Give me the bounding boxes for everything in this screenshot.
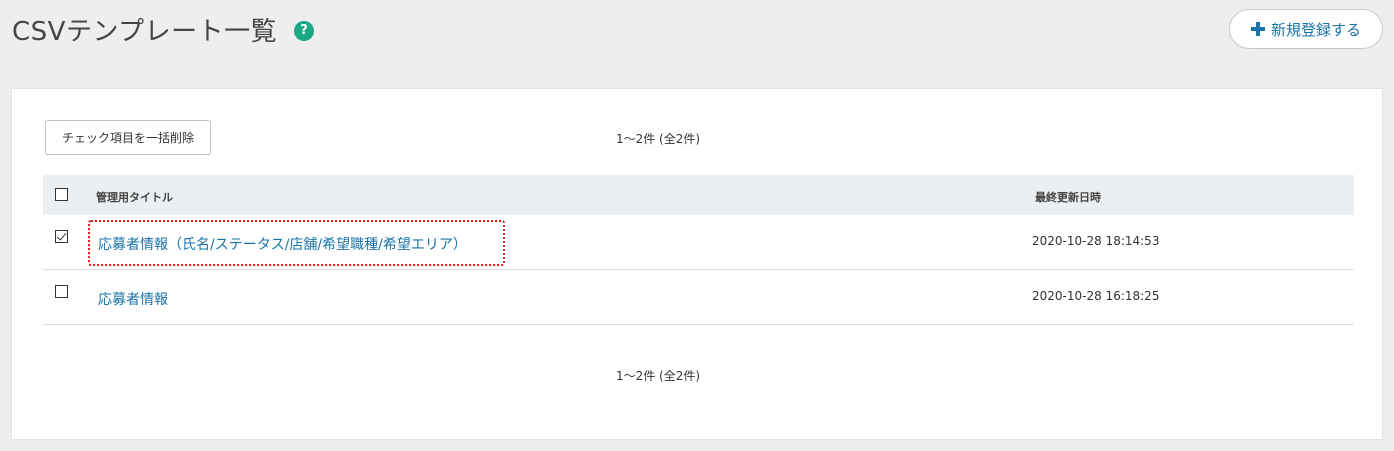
column-header-title: 管理用タイトル (96, 191, 173, 204)
table-row: 応募者情報（氏名/ステータス/店舗/希望職種/希望エリア） 2020-10-28… (43, 215, 1354, 270)
column-header-updated-at: 最終更新日時 (1035, 191, 1101, 204)
pagination-count-top: 1〜2件 (全2件) (615, 132, 701, 146)
template-table: 管理用タイトル 最終更新日時 応募者情報（氏名/ステータス/店舗/希望職種/希望… (43, 175, 1354, 325)
new-register-label: 新規登録する (1270, 20, 1361, 39)
table-row: 応募者情報 2020-10-28 16:18:25 (43, 270, 1354, 325)
row-checkbox[interactable] (55, 285, 68, 298)
template-title-link[interactable]: 応募者情報（氏名/ステータス/店舗/希望職種/希望エリア） (98, 234, 467, 254)
template-title-link[interactable]: 応募者情報 (98, 289, 168, 309)
plus-icon (1250, 22, 1265, 36)
updated-at-cell: 2020-10-28 16:18:25 (1032, 289, 1160, 303)
row-checkbox[interactable] (55, 230, 68, 243)
help-icon[interactable]: ? (294, 21, 314, 41)
pagination-count-bottom: 1〜2件 (全2件) (615, 369, 701, 383)
table-header: 管理用タイトル 最終更新日時 (43, 175, 1354, 215)
page-title: CSVテンプレート一覧 (12, 17, 278, 47)
page-header: CSVテンプレート一覧 ? 新規登録する (0, 0, 1394, 88)
select-all-checkbox[interactable] (55, 188, 68, 201)
template-list-panel: チェック項目を一括削除 1〜2件 (全2件) 管理用タイトル 最終更新日時 応募… (11, 88, 1383, 440)
new-register-button[interactable]: 新規登録する (1229, 9, 1383, 49)
updated-at-cell: 2020-10-28 18:14:53 (1032, 234, 1160, 248)
